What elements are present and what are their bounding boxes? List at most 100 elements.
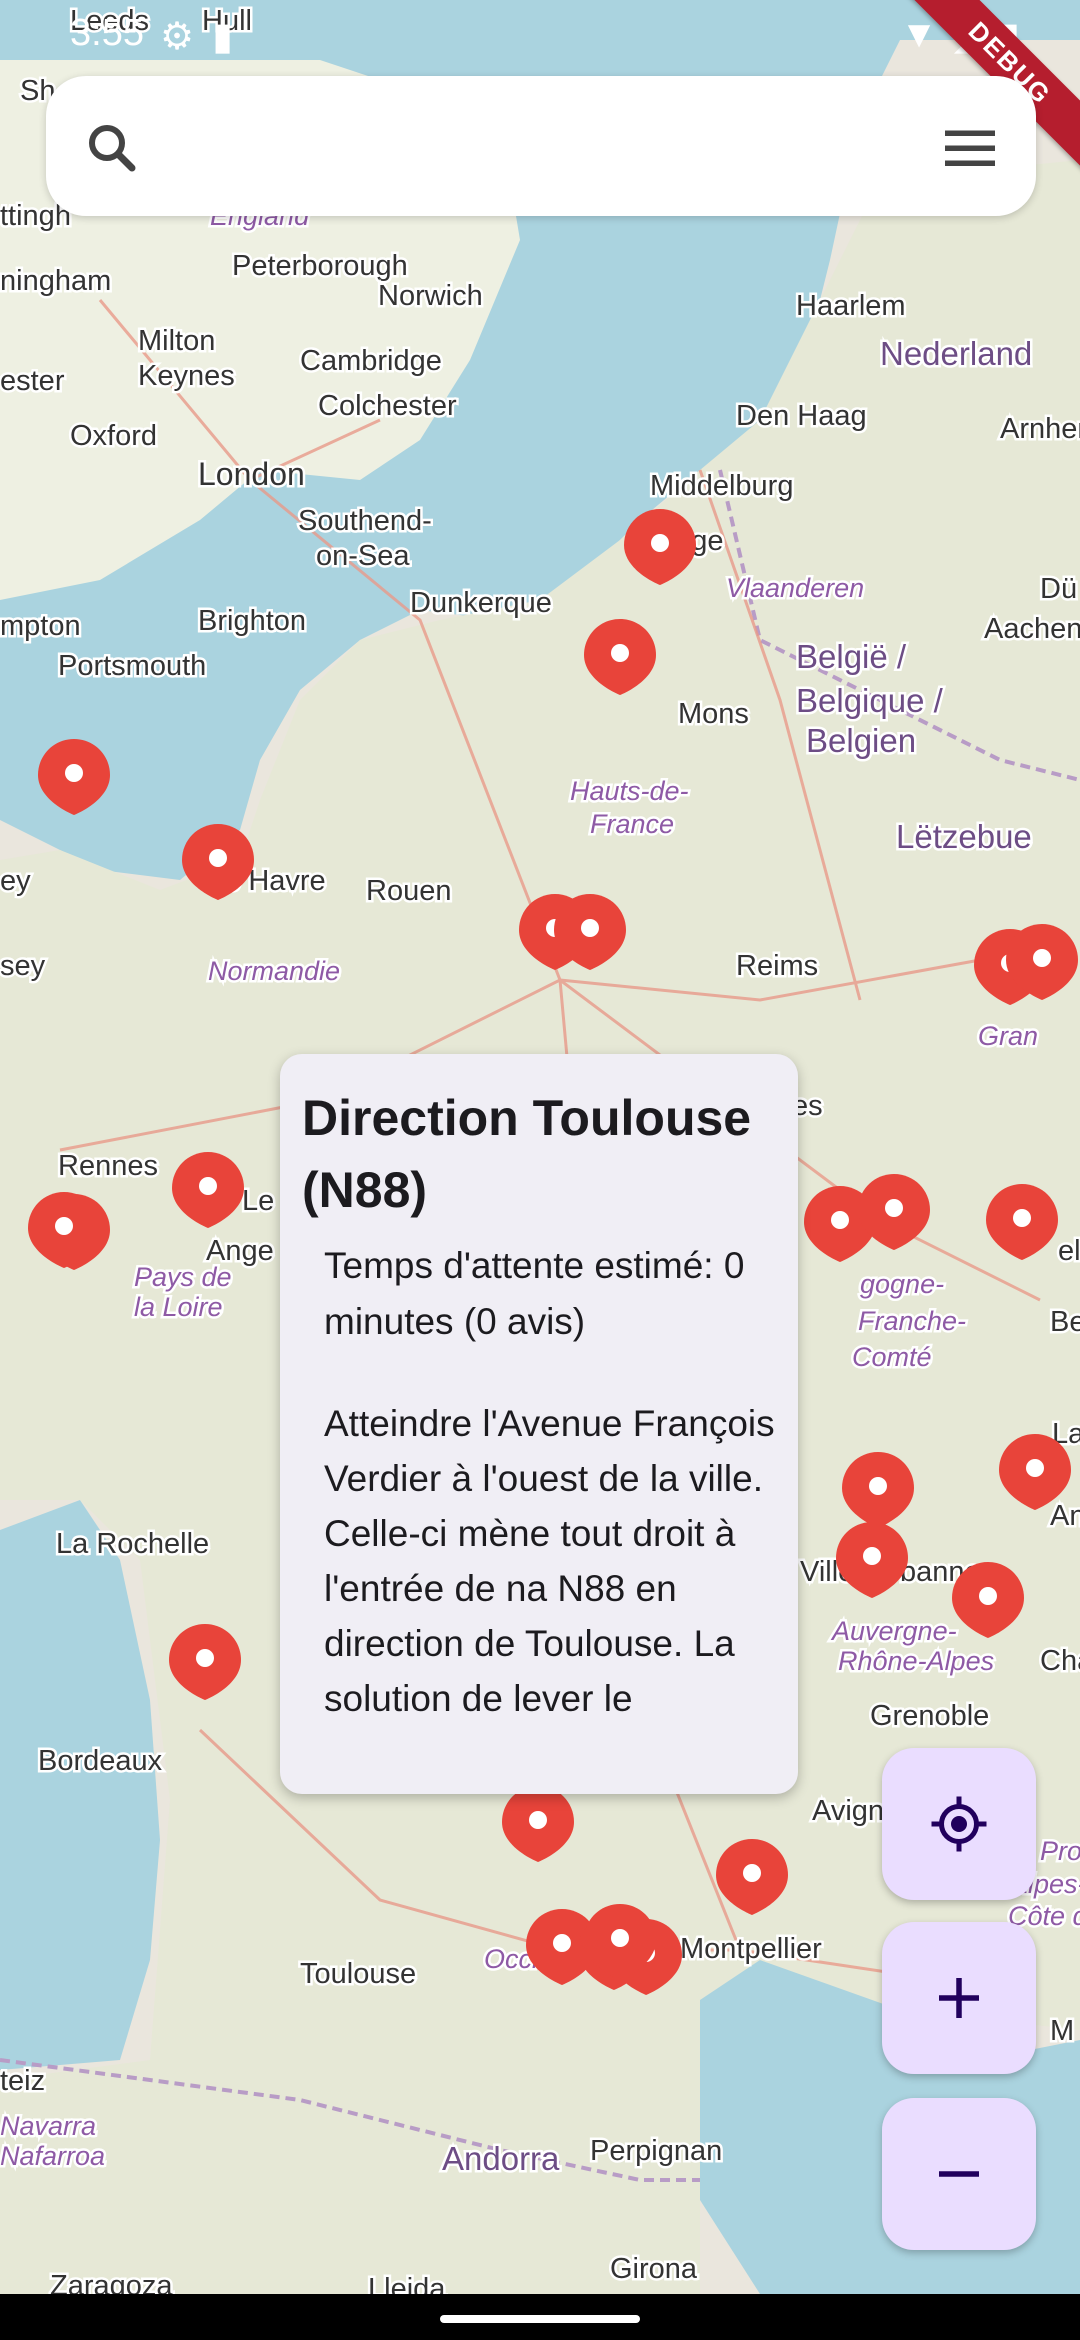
map-place-label: France [590, 809, 674, 839]
map-place-label: Prove [1040, 1836, 1080, 1866]
map-place-label: ester [0, 365, 65, 397]
map-place-label: Vlaanderen [726, 573, 864, 603]
pin-dot [199, 1177, 217, 1195]
home-gesture-handle[interactable] [440, 2315, 640, 2323]
map-place-label: Bes [1050, 1306, 1080, 1338]
map-place-label: sey [0, 950, 46, 982]
map-place-label: ningham [0, 265, 111, 297]
pin-dot [196, 1649, 214, 1667]
map-place-label: Norwich [378, 280, 483, 312]
map-place-label: België / [796, 638, 907, 675]
my-location-button[interactable] [882, 1748, 1036, 1900]
map-place-label: Nafarroa [0, 2141, 105, 2171]
map-place-label: Le [242, 1185, 274, 1217]
status-bar: 3:55 ⚙ ▮ ▼ ◢ ▮ [0, 0, 1080, 66]
map-place-label: la Loire [134, 1292, 223, 1322]
pin-dot [863, 1547, 881, 1565]
map-place-label: Oxford [70, 420, 157, 452]
pin-dot [611, 644, 629, 662]
pin-dot [55, 1217, 73, 1235]
settings-status-icon: ⚙ [160, 16, 195, 58]
map-place-label: Belgien [806, 722, 916, 759]
map-place-label: Milton [138, 325, 215, 357]
menu-icon[interactable] [940, 124, 1000, 172]
map-place-label: Toulouse [300, 1958, 416, 1990]
map-place-label: M [1050, 2015, 1074, 2047]
pin-dot [611, 1929, 629, 1947]
map-place-label: ey [0, 865, 31, 897]
pin-dot [1033, 949, 1051, 967]
pin-dot [553, 1934, 571, 1952]
map-place-label: Pays de [134, 1262, 232, 1292]
map-place-label: La Rochelle [56, 1528, 209, 1560]
pin-dot [651, 534, 669, 552]
map-place-label: Lëtzebue [896, 818, 1032, 855]
pin-dot [885, 1199, 903, 1217]
zoom-in-button[interactable] [882, 1922, 1036, 2074]
map-place-label: Navarra [0, 2111, 96, 2141]
map-place-label: Dü [1040, 573, 1077, 605]
map-place-label: Haarlem [796, 290, 906, 322]
wifi-icon: ▼ [900, 14, 938, 56]
popup-title: Direction Toulouse (N88) [302, 1090, 752, 1218]
map-place-label: London [198, 456, 305, 492]
popup-wait-time: Temps d'attente estimé: 0 minutes (0 avi… [324, 1245, 745, 1342]
map-place-label: Aachen [984, 613, 1080, 645]
map-place-label: Southend- [298, 505, 432, 537]
pin-dot [65, 764, 83, 782]
pin-dot [743, 1864, 761, 1882]
map-place-label: Arnhem [1000, 413, 1080, 445]
map-place-label: Cambridge [300, 345, 442, 377]
status-time: 3:55 [70, 12, 144, 54]
pin-dot [529, 1811, 547, 1829]
map-place-label: mpton [0, 610, 81, 642]
pin-dot [581, 919, 599, 937]
map-place-label: Char [1040, 1645, 1080, 1677]
map-place-label: Colchester [318, 390, 457, 422]
map-place-label: elf [1058, 1235, 1080, 1267]
pin-dot [831, 1211, 849, 1229]
popup-description: Atteindre l'Avenue François Verdier à l'… [324, 1403, 775, 1719]
pin-dot [869, 1477, 887, 1495]
map-place-label: Den Haag [736, 400, 867, 432]
map-place-label: Auvergne- [830, 1616, 957, 1646]
search-icon[interactable] [82, 118, 142, 178]
map-place-label: Brighton [198, 605, 306, 637]
map-place-label: Portsmouth [58, 650, 206, 682]
map-place-label: Normandie [208, 956, 340, 986]
map-place-label: teiz [0, 2065, 45, 2097]
map-place-label: on-Sea [316, 540, 410, 572]
plus-icon [939, 1978, 979, 2018]
map-place-label: Rennes [58, 1150, 158, 1182]
map-place-label: gogne- [860, 1269, 944, 1299]
map-place-label: Rouen [366, 875, 451, 907]
map-place-label: Peterborough [232, 250, 408, 282]
map-place-label: An [1050, 1500, 1080, 1532]
marker-info-popup[interactable]: Direction Toulouse (N88) Temps d'attente… [280, 1054, 798, 1794]
zoom-out-button[interactable] [882, 2098, 1036, 2250]
my-location-icon [931, 1796, 987, 1852]
map-place-label: Comté [852, 1342, 932, 1372]
map-place-label: Nederland [880, 335, 1032, 372]
pin-dot [209, 849, 227, 867]
pin-dot [979, 1587, 997, 1605]
map-place-label: Keynes [138, 360, 235, 392]
map-place-label: Montpellier [680, 1933, 822, 1965]
map-place-label: Middelburg [650, 470, 793, 502]
map-place-label: Franche- [858, 1306, 966, 1336]
map-place-label: Gran [978, 1021, 1038, 1051]
sd-card-icon: ▮ [212, 16, 233, 58]
map-place-label: Reims [736, 950, 818, 982]
pin-dot [1013, 1209, 1031, 1227]
map-place-label: Grenoble [870, 1700, 989, 1732]
minus-icon [939, 2171, 979, 2177]
search-bar[interactable] [46, 76, 1036, 216]
map-place-label: Perpignan [590, 2135, 722, 2167]
map-place-label: Girona [610, 2253, 698, 2285]
pin-dot [1026, 1459, 1044, 1477]
map-place-label: Rhône-Alpes [838, 1646, 994, 1676]
map-place-label: Andorra [442, 2140, 560, 2177]
map-place-label: Belgique / [796, 682, 944, 719]
map-place-label: Dunkerque [410, 587, 552, 619]
map-place-label: Mons [678, 698, 749, 730]
